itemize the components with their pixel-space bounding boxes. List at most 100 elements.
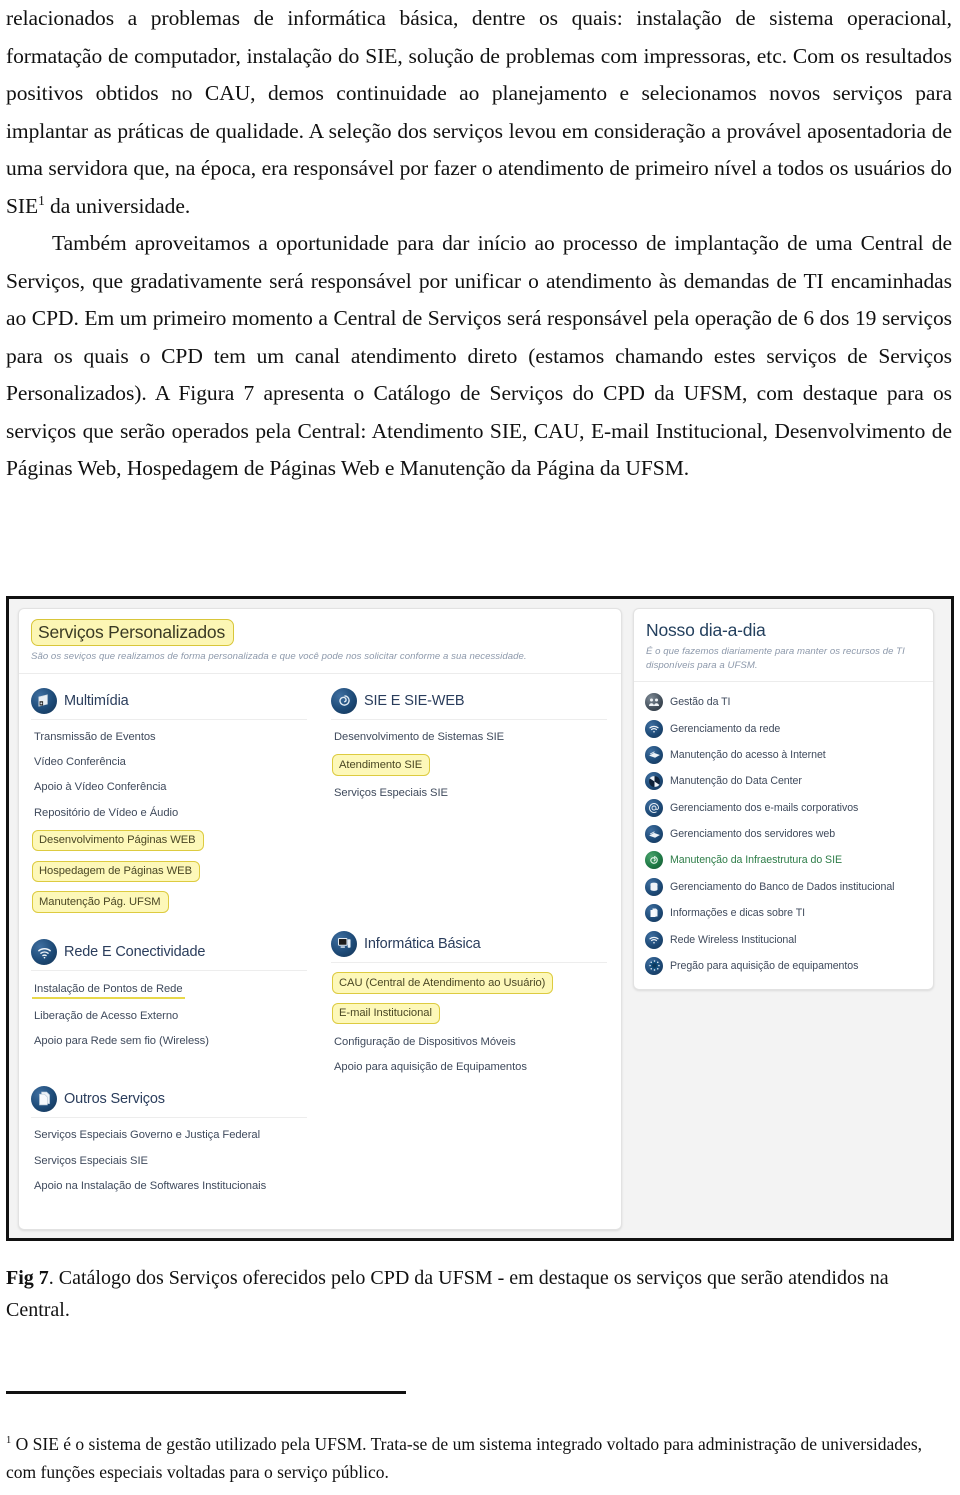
list-item[interactable]: Manutenção do acesso à Internet [645, 742, 922, 768]
dia-a-dia-items: Gestão da TI Gerenciamento da rede Manut… [634, 682, 933, 989]
list-item[interactable]: Vídeo Conferência [31, 750, 307, 775]
list-item[interactable]: Manutenção da Infraestrutura do SIE [645, 847, 922, 873]
list-item[interactable]: Transmissão de Eventos [31, 725, 307, 750]
item-label: Manutenção Pág. UFSM [32, 891, 169, 913]
item-label: Rede Wireless Institucional [670, 933, 797, 946]
items-informatica-basica: CAU (Central de Atendimento ao Usuário) … [331, 968, 607, 1080]
list-item-highlighted[interactable]: Desenvolvimento Páginas WEB [31, 825, 307, 856]
list-item-highlighted[interactable]: E-mail Institucional [331, 998, 607, 1029]
list-item-highlighted[interactable]: Atendimento SIE [331, 750, 607, 781]
item-label: Apoio na Instalação de Softwares Institu… [34, 1179, 267, 1192]
list-item[interactable]: Apoio à Vídeo Conferência [31, 775, 307, 800]
item-label: Serviços Especiais SIE [34, 1154, 148, 1167]
network-icon [645, 825, 663, 844]
list-item[interactable]: Gerenciamento dos servidores web [645, 821, 922, 847]
figure-caption-label: Fig 7 [6, 1267, 49, 1289]
item-label: Configuração de Dispositivos Móveis [334, 1035, 516, 1048]
list-item[interactable]: Desenvolvimento de Sistemas SIE [331, 725, 607, 750]
list-item-underlined[interactable]: Instalação de Pontos de Rede [31, 976, 307, 1003]
list-item[interactable]: Apoio na Instalação de Softwares Institu… [31, 1173, 307, 1198]
item-label: Apoio para Rede sem fio (Wireless) [34, 1035, 209, 1048]
personalizados-column-2: SIE E SIE-WEB Desenvolvimento de Sistema… [321, 674, 621, 1209]
list-item-highlighted[interactable]: Hospedagem de Páginas WEB [31, 856, 307, 887]
item-label: Gerenciamento do Banco de Dados instituc… [670, 880, 895, 893]
footnote-separator [6, 1391, 406, 1394]
group-header-outros-servicos: Outros Serviços [31, 1080, 307, 1118]
panel-header-dia-a-dia: Nosso dia-a-dia É o que fazemos diariame… [634, 609, 933, 682]
spiral-icon [645, 851, 663, 870]
item-label: Instalação de Pontos de Rede [32, 981, 185, 999]
item-label: E-mail Institucional [332, 1002, 440, 1025]
paragraph-2: Também aproveitamos a oportunidade para … [6, 231, 952, 480]
group-name-rede-conectividade: Rede E Conectividade [64, 944, 206, 961]
item-label: Desenvolvimento de Sistemas SIE [334, 731, 505, 744]
documents-icon [645, 904, 663, 923]
spiral-icon [331, 687, 357, 714]
item-label: Manutenção do acesso à Internet [670, 748, 826, 761]
group-header-rede-conectividade: Rede E Conectividade [31, 933, 307, 972]
panel-title-personalizados: Serviços Personalizados [31, 619, 235, 646]
group-header-multimidia: Multimídia [31, 682, 307, 720]
list-item-highlighted[interactable]: Manutenção Pág. UFSM [31, 887, 307, 918]
group-name-informatica-basica: Informática Básica [364, 935, 481, 952]
group-header-informatica-basica: Informática Básica [331, 925, 607, 963]
wifi-icon [645, 930, 663, 949]
items-rede-conectividade: Instalação de Pontos de Rede Liberação d… [31, 976, 307, 1054]
figure-caption-text: . Catálogo dos Serviços oferecidos pelo … [6, 1267, 889, 1321]
item-label: Apoio à Vídeo Conferência [34, 781, 167, 794]
item-label: Gerenciamento dos servidores web [670, 828, 836, 841]
list-item[interactable]: Repositório de Vídeo e Áudio [31, 800, 307, 825]
paragraph-1-text: relacionados a problemas de informática … [6, 6, 952, 218]
footnote-text: O SIE é o sistema de gestão utilizado pe… [6, 1434, 923, 1482]
documents-icon [31, 1085, 57, 1112]
group-sie-sieweb: SIE E SIE-WEB Desenvolvimento de Sistema… [331, 682, 607, 806]
panel-nosso-dia-a-dia: Nosso dia-a-dia É o que fazemos diariame… [633, 608, 934, 991]
item-label: CAU (Central de Atendimento ao Usuário) [332, 972, 554, 994]
item-label: Gerenciamento dos e-mails corporativos [670, 801, 859, 814]
list-item[interactable]: Gerenciamento do Banco de Dados instituc… [645, 874, 922, 900]
list-item[interactable]: Rede Wireless Institucional [645, 926, 922, 952]
list-item[interactable]: Gerenciamento da rede [645, 715, 922, 741]
group-informatica-basica: Informática Básica CAU (Central de Atend… [331, 925, 607, 1080]
list-item[interactable]: Serviços Especiais Governo e Justiça Fed… [31, 1123, 307, 1148]
item-label: Gestão da TI [670, 696, 731, 709]
wifi-icon [31, 939, 57, 966]
personalizados-column-1: Multimídia Transmissão de Eventos Vídeo … [19, 674, 321, 1209]
list-item[interactable]: Serviços Especiais SIE [31, 1148, 307, 1173]
items-multimidia: Transmissão de Eventos Vídeo Conferência… [31, 725, 307, 918]
item-label: Hospedagem de Páginas WEB [32, 860, 200, 883]
group-rede-conectividade: Rede E Conectividade Instalação de Ponto… [31, 933, 307, 1054]
list-item[interactable]: Gerenciamento dos e-mails corporativos [645, 795, 922, 821]
list-item-highlighted[interactable]: CAU (Central de Atendimento ao Usuário) [331, 968, 607, 999]
list-item[interactable]: Serviços Especiais SIE [331, 780, 607, 805]
network-icon [645, 745, 663, 764]
panel-servicos-personalizados: Serviços Personalizados São os seviços q… [18, 608, 622, 1230]
group-name-multimidia: Multimídia [64, 692, 129, 709]
list-item[interactable]: Configuração de Dispositivos Móveis [331, 1029, 607, 1054]
group-name-outros-servicos: Outros Serviços [64, 1090, 165, 1107]
item-label: Liberação de Acesso Externo [34, 1010, 179, 1023]
item-label: Informações e dicas sobre TI [670, 907, 806, 920]
panel-header-personalizados: Serviços Personalizados São os seviços q… [19, 609, 621, 674]
list-item[interactable]: Liberação de Acesso Externo [31, 1004, 307, 1029]
item-label: Manutenção do Data Center [670, 775, 802, 788]
list-item[interactable]: Gestão da TI [645, 689, 922, 715]
list-item[interactable]: Apoio para aquisição de Equipamentos [331, 1054, 607, 1079]
people-icon [645, 693, 663, 712]
item-label: Repositório de Vídeo e Áudio [34, 806, 179, 819]
list-item[interactable]: Informações e dicas sobre TI [645, 900, 922, 926]
panel-subtitle-dia-a-dia: É o que fazemos diariamente para manter … [646, 646, 905, 671]
list-item[interactable]: Pregão para aquisição de equipamentos [645, 953, 922, 979]
item-label: Atendimento SIE [332, 754, 431, 776]
monitor-icon [331, 930, 357, 957]
personalizados-columns: Multimídia Transmissão de Eventos Vídeo … [19, 674, 621, 1209]
document-body: relacionados a problemas de informática … [0, 0, 960, 488]
list-item[interactable]: Apoio para Rede sem fio (Wireless) [31, 1029, 307, 1054]
list-item[interactable]: Manutenção do Data Center [645, 768, 922, 794]
item-label: Pregão para aquisição de equipamentos [670, 959, 859, 972]
group-name-sie-sieweb: SIE E SIE-WEB [364, 692, 465, 709]
fan-icon [645, 772, 663, 791]
item-label: Serviços Especiais Governo e Justiça Fed… [34, 1129, 261, 1142]
figure-caption: Fig 7. Catálogo dos Serviços oferecidos … [6, 1262, 954, 1326]
item-label: Desenvolvimento Páginas WEB [32, 829, 204, 852]
